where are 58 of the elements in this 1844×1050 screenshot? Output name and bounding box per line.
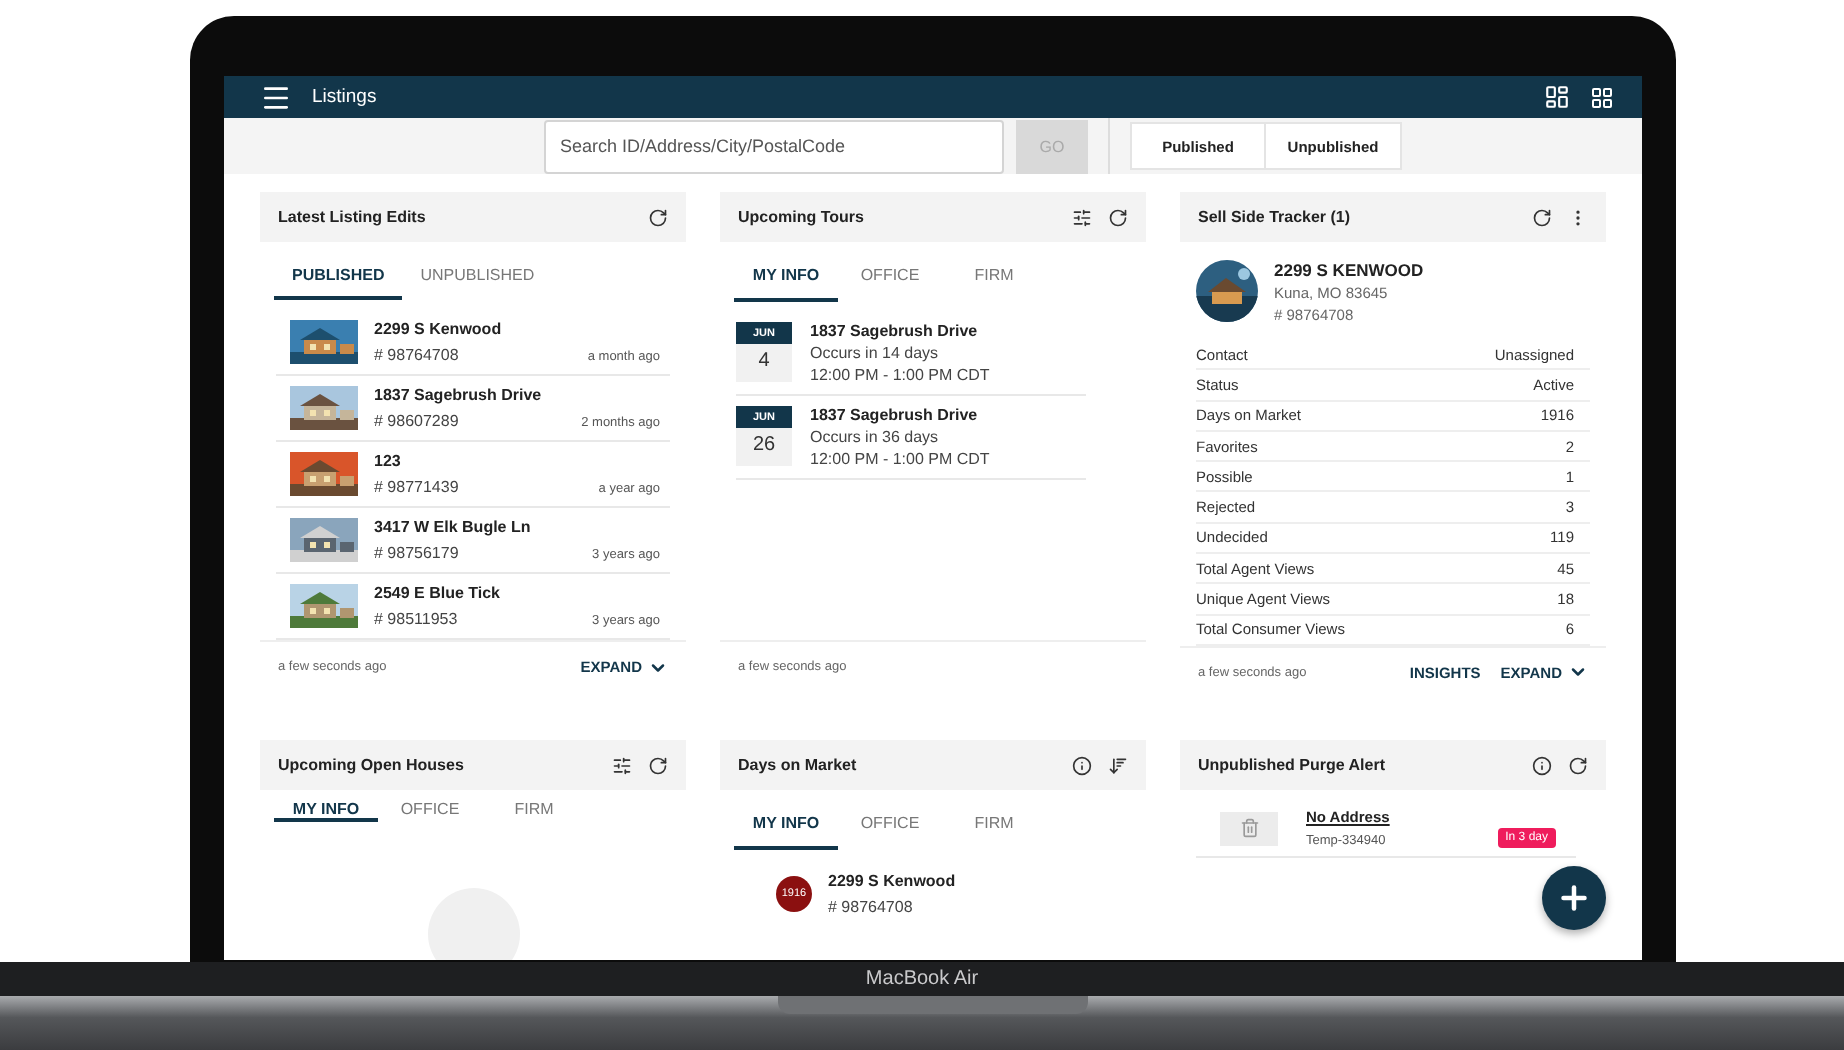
refresh-icon[interactable] — [1532, 207, 1552, 227]
listing-name: 2299 S Kenwood — [374, 320, 504, 338]
tour-occurs: Occurs in 14 days — [810, 344, 941, 362]
device-label: MacBook Air — [865, 967, 979, 991]
grid-icon[interactable] — [1590, 85, 1614, 109]
tab[interactable]: MY INFO — [274, 800, 378, 822]
menu-icon[interactable] — [260, 81, 292, 113]
listing-number: # 98511953 — [374, 610, 458, 628]
tab[interactable]: FIRM — [942, 800, 1046, 850]
listing-number: # 98764708 — [828, 898, 915, 916]
tour-address: 1837 Sagebrush Drive — [810, 322, 980, 340]
day: 4 — [758, 350, 770, 372]
listing-number: # 98771439 — [374, 478, 459, 496]
tour-address: 1837 Sagebrush Drive — [810, 406, 980, 424]
tour-time: 12:00 PM - 1:00 PM CDT — [810, 450, 990, 468]
listing-name: 1837 Sagebrush Drive — [374, 386, 544, 404]
refresh-icon[interactable] — [648, 755, 668, 775]
tab[interactable]: UNPUBLISHED — [402, 252, 553, 300]
tab[interactable]: MY INFO — [734, 800, 838, 850]
sort-icon[interactable] — [1108, 755, 1128, 775]
tour-occurs: Occurs in 36 days — [810, 428, 941, 446]
card-title: Upcoming Open Houses — [278, 756, 466, 774]
refresh-icon[interactable] — [648, 207, 668, 227]
sliders-icon[interactable] — [1072, 207, 1092, 227]
listing-name: 3417 W Elk Bugle Ln — [374, 518, 533, 536]
trash-icon — [1220, 811, 1278, 845]
tour-time: 12:00 PM - 1:00 PM CDT — [810, 366, 990, 384]
sliders-icon[interactable] — [612, 755, 632, 775]
listing-number: # 98764708 — [374, 346, 459, 364]
tab[interactable]: FIRM — [942, 252, 1046, 302]
day: 26 — [752, 434, 776, 456]
card-title: Sell Side Tracker (1) — [1198, 208, 1353, 226]
card-title: Latest Listing Edits — [278, 208, 428, 226]
tab[interactable]: OFFICE — [838, 800, 942, 850]
dashboard-icon[interactable] — [1544, 84, 1570, 110]
page-title: Listings — [312, 86, 379, 108]
card-title: Upcoming Tours — [738, 208, 866, 226]
empty-state-circle — [427, 888, 519, 960]
listing-name: 2299 S KENWOOD — [1274, 260, 1424, 280]
info-icon[interactable] — [1072, 755, 1092, 775]
listing-name: 123 — [374, 452, 403, 470]
listing-number: # 98756179 — [374, 544, 459, 562]
listing-name: 2549 E Blue Tick — [374, 584, 502, 602]
tab[interactable]: PUBLISHED — [274, 252, 403, 300]
search-field[interactable]: Search ID/Address/City/PostalCode — [544, 119, 1004, 173]
tab[interactable]: FIRM — [482, 800, 586, 822]
info-icon[interactable] — [1532, 755, 1552, 775]
card-title: Unpublished Purge Alert — [1198, 756, 1387, 774]
tab[interactable]: MY INFO — [734, 252, 838, 302]
listing-number: # 98607289 — [374, 412, 459, 430]
tab[interactable]: OFFICE — [378, 800, 482, 822]
tab[interactable]: OFFICE — [838, 252, 942, 302]
plus-icon — [1556, 880, 1592, 916]
card-title: Days on Market — [738, 756, 859, 774]
refresh-icon[interactable] — [1108, 207, 1128, 227]
refresh-icon[interactable] — [1568, 755, 1588, 775]
listing-name: 2299 S Kenwood — [828, 872, 958, 890]
add-button[interactable] — [1542, 866, 1606, 930]
